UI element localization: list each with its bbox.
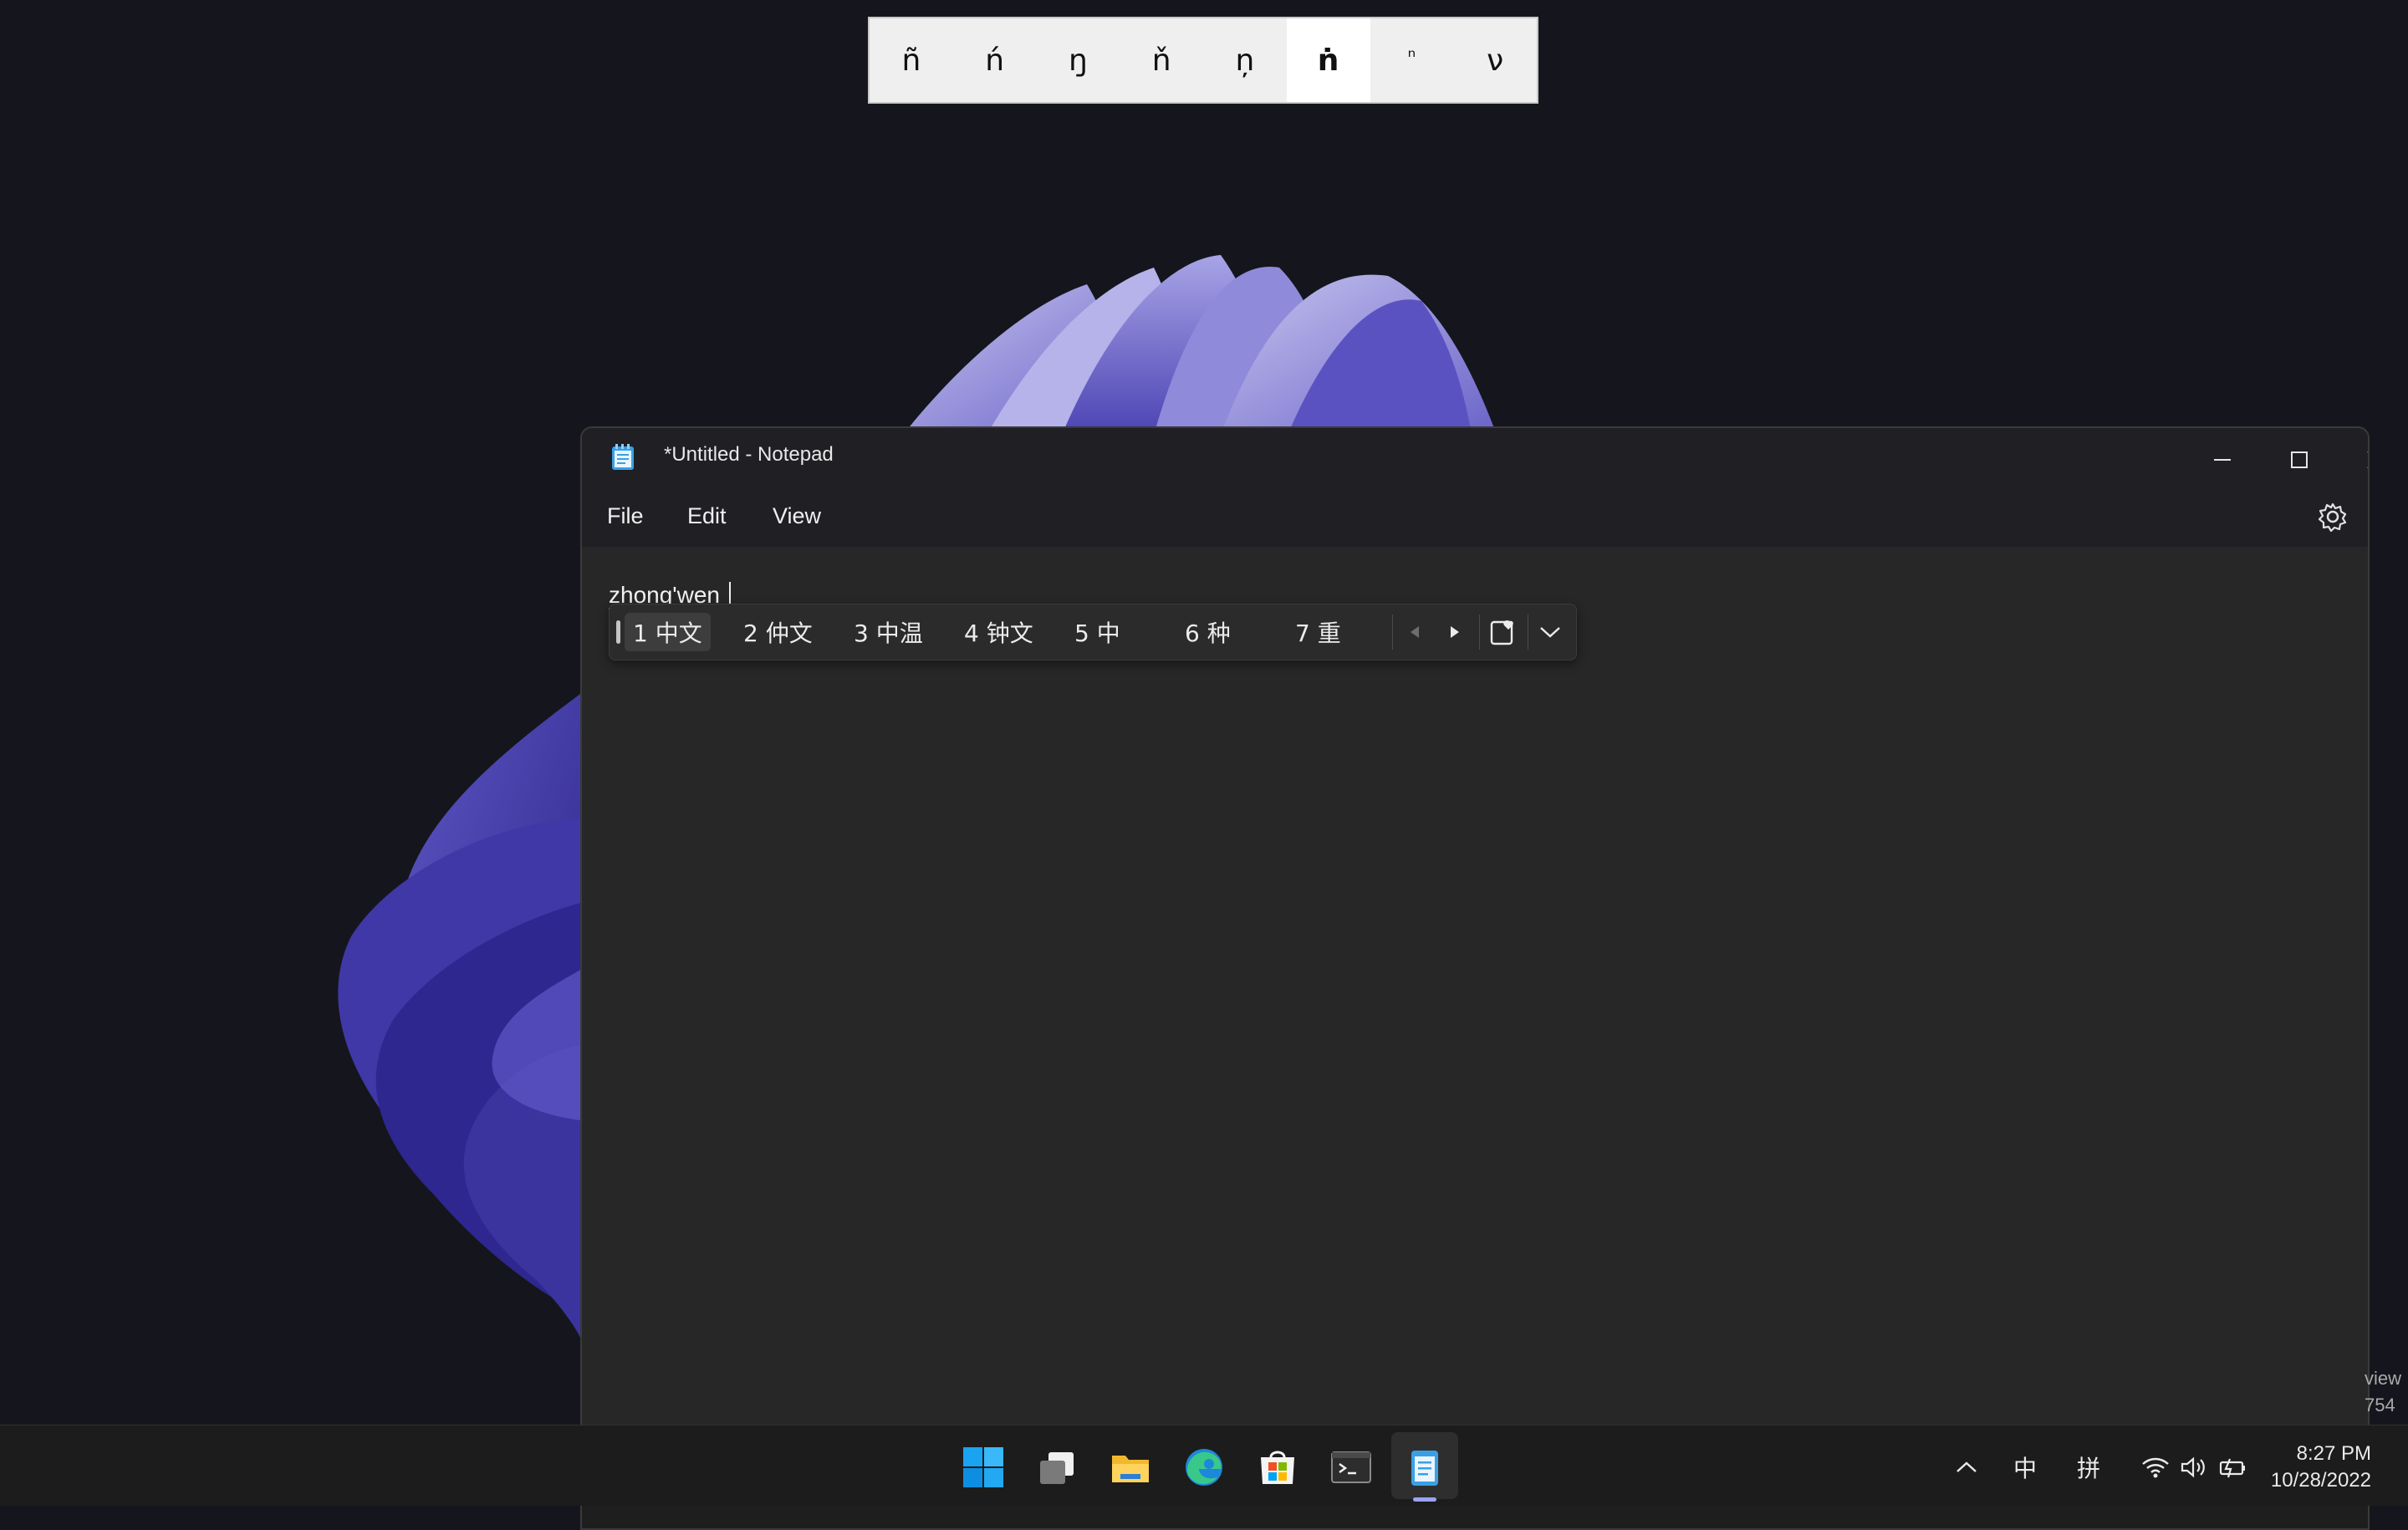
notepad-app-icon [610,443,635,472]
notepad-icon [1411,1451,1438,1486]
close-button[interactable] [2338,436,2368,483]
accent-option-n-cedilla[interactable]: ņ [1203,18,1287,102]
chevron-up-icon [1956,1461,1977,1472]
maximize-button[interactable] [2261,436,2338,483]
accent-option-nu[interactable]: ν [1453,18,1537,102]
task-view-icon [1040,1452,1074,1484]
file-explorer-icon [1112,1456,1149,1482]
close-icon [2367,451,2368,468]
accent-option-superscript-n[interactable]: ⁿ [1370,18,1454,102]
notepad-taskbar-button[interactable] [1398,1441,1451,1494]
task-view-button[interactable] [1030,1441,1084,1494]
page-next-button[interactable] [1439,616,1471,648]
accent-option-n-dot-above[interactable]: ṅ [1286,18,1370,102]
divider [1392,615,1393,650]
battery-charging-icon [2219,1458,2245,1478]
network-button[interactable] [2139,1441,2172,1494]
favorite-phrases-button[interactable] [1487,616,1519,648]
speaker-icon [2181,1456,2205,1478]
accent-option-n-caron[interactable]: ň [1120,18,1203,102]
clock-date: 10/28/2022 [2270,1469,2371,1492]
accent-option-n-acute[interactable]: ń [953,18,1037,102]
show-hidden-icons-button[interactable] [1948,1441,1985,1494]
page-previous-button[interactable] [1399,616,1431,648]
battery-button[interactable] [2216,1441,2249,1494]
input-method-indicator[interactable]: 拼 [2077,1451,2100,1484]
clock[interactable]: 8:27 PM 10/28/2022 [2271,1441,2371,1494]
status-bar [582,1504,2368,1528]
triangle-right-icon [1451,626,1459,638]
overlay-text-line1: view [2365,1368,2402,1389]
store-button[interactable] [1251,1441,1304,1494]
ime-candidate-2[interactable]: 2 仲文 [735,613,821,651]
active-app-indicator [1413,1497,1436,1502]
wifi-icon [2142,1457,2169,1478]
notepad-window: *Untitled - Notepad File Edit View zhong… [580,426,2370,1530]
menu-edit[interactable]: Edit [687,503,727,529]
edge-browser-icon [1186,1449,1222,1486]
menu-bar: File Edit View [582,487,2368,547]
window-title: *Untitled - Notepad [664,443,834,466]
ime-candidate-3[interactable]: 3 中温 [845,613,931,651]
input-mode-indicator[interactable]: 中 [2013,1451,2037,1484]
file-explorer-button[interactable] [1104,1441,1157,1494]
clock-time: 8:27 PM [2296,1442,2371,1465]
store-icon [1261,1451,1294,1484]
selection-marker [616,620,620,644]
gear-icon [2318,502,2347,533]
start-button[interactable] [957,1441,1010,1494]
text-editor[interactable]: zhong'wen [582,547,2368,1528]
chevron-down-icon [1540,627,1560,638]
ime-candidate-6[interactable]: 6 种 [1176,613,1239,651]
taskbar: 中 拼 8:27 PM 10/28/2022 [0,1425,2408,1506]
menu-view[interactable]: View [773,503,821,529]
minimize-icon [2214,459,2231,461]
ime-candidate-window: 1 中文 2 仲文 3 中温 4 钟文 5 中 6 种 7 重 [609,604,1577,660]
start-icon [963,1447,1003,1487]
expand-candidates-button[interactable] [1534,616,1566,648]
overlay-text-line2: 754 [2365,1395,2395,1415]
divider [1479,615,1480,650]
maximize-icon [2291,451,2308,468]
settings-button[interactable] [2316,500,2349,533]
ime-candidate-1[interactable]: 1 中文 [625,613,711,651]
ime-candidate-5[interactable]: 5 中 [1066,613,1129,651]
accent-character-picker: ñńŋňņṅⁿν [868,17,1538,104]
title-bar[interactable]: *Untitled - Notepad [582,428,2368,487]
ime-candidate-7[interactable]: 7 重 [1287,613,1349,651]
menu-file[interactable]: File [607,503,644,529]
minimize-button[interactable] [2184,436,2261,483]
terminal-button[interactable] [1324,1441,1378,1494]
terminal-icon [1331,1451,1371,1483]
accent-option-n-tilde[interactable]: ñ [870,18,953,102]
triangle-left-icon [1411,626,1419,638]
ime-candidate-4[interactable]: 4 钟文 [956,613,1042,651]
volume-button[interactable] [2177,1441,2211,1494]
heart-clipboard-icon [1490,620,1513,645]
accent-option-eng[interactable]: ŋ [1037,18,1120,102]
edge-browser-button[interactable] [1177,1441,1231,1494]
